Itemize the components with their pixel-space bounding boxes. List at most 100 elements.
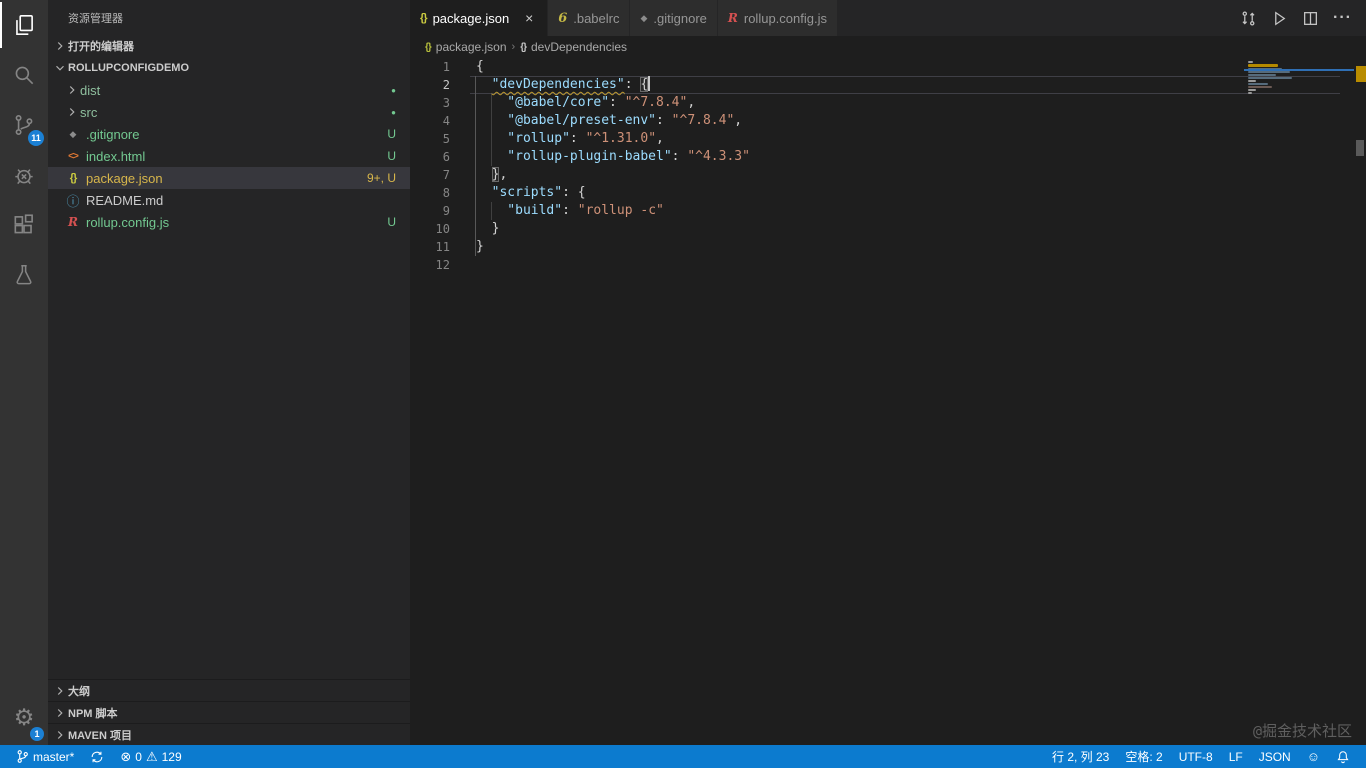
breadcrumb-separator: ›	[511, 41, 516, 53]
warning-marker	[1356, 66, 1366, 82]
extensions-icon[interactable]	[0, 200, 48, 250]
untracked-badge: U	[387, 215, 396, 229]
code-line[interactable]: 8 "scripts": {	[410, 184, 1366, 202]
open-changes-icon[interactable]	[1240, 10, 1257, 27]
tab-babelrc[interactable]: 6 .babelrc	[548, 0, 631, 36]
minimap-current-line	[1244, 69, 1354, 71]
close-icon[interactable]: ×	[521, 10, 537, 26]
overview-ruler[interactable]	[1356, 58, 1366, 745]
file-name: README.md	[86, 192, 164, 208]
split-editor-icon[interactable]	[1302, 10, 1319, 27]
code-line[interactable]: 6 "rollup-plugin-babel": "^4.3.3"	[410, 148, 1366, 166]
tree-item-dist[interactable]: dist ●	[48, 79, 410, 101]
breadcrumb-symbol[interactable]: devDependencies	[531, 40, 627, 54]
code-line[interactable]: 4 "@babel/preset-env": "^7.8.4",	[410, 112, 1366, 130]
search-icon[interactable]	[0, 50, 48, 100]
npm-scripts-section[interactable]: NPM 脚本	[48, 701, 410, 723]
language-mode-item[interactable]: JSON	[1253, 745, 1297, 768]
code-line[interactable]: 1 {	[410, 58, 1366, 76]
code-line[interactable]: 7 },	[410, 166, 1366, 184]
line-number[interactable]: 4	[410, 112, 450, 130]
rollup-file-icon: R	[727, 11, 738, 25]
line-number[interactable]: 11	[410, 238, 450, 256]
code-line[interactable]: 5 "rollup": "^1.31.0",	[410, 130, 1366, 148]
chevron-right-icon	[64, 104, 80, 120]
line-number[interactable]: 8	[410, 184, 450, 202]
code-line[interactable]: 9 "build": "rollup -c"	[410, 202, 1366, 220]
tree-item-index-html[interactable]: <> index.html U	[48, 145, 410, 167]
run-debug-icon[interactable]	[0, 150, 48, 200]
code-line[interactable]: 2 "devDependencies": {	[410, 76, 1366, 94]
error-icon: ⊗	[120, 749, 132, 764]
run-play-icon[interactable]	[1271, 10, 1288, 27]
settings-gear-icon[interactable]: ⚙ 1	[0, 689, 48, 745]
problems-item[interactable]: ⊗ 0 ⚠ 129	[114, 745, 187, 768]
tree-item-rollup-config[interactable]: R rollup.config.js U	[48, 211, 410, 233]
line-number[interactable]: 9	[410, 202, 450, 220]
sync-icon[interactable]	[84, 745, 110, 768]
bracket-match: {	[640, 77, 649, 92]
maven-projects-section[interactable]: MAVEN 项目	[48, 723, 410, 745]
line-number[interactable]: 7	[410, 166, 450, 184]
minimap[interactable]	[1244, 60, 1354, 95]
activity-bar: 11 ⚙ 1	[0, 0, 48, 745]
untracked-badge: U	[387, 149, 396, 163]
code-line[interactable]: 3 "@babel/core": "^7.8.4",	[410, 94, 1366, 112]
open-editors-section[interactable]: 打开的编辑器	[48, 35, 410, 57]
code-editor[interactable]: 1 { 2 "devDependencies": { 3 "@babel/cor…	[410, 58, 1366, 745]
tab-package-json[interactable]: {} package.json ×	[410, 0, 549, 36]
warning-count: 129	[161, 749, 182, 764]
tree-item-src[interactable]: src ●	[48, 101, 410, 123]
notifications-bell-icon[interactable]	[1330, 745, 1356, 768]
line-number[interactable]: 12	[410, 256, 450, 274]
warning-icon: ⚠	[145, 749, 158, 764]
encoding-item[interactable]: UTF-8	[1173, 745, 1219, 768]
line-number[interactable]: 6	[410, 148, 450, 166]
source-control-icon[interactable]: 11	[0, 100, 48, 150]
indentation-item[interactable]: 空格: 2	[1119, 745, 1168, 768]
project-root-row[interactable]: ROLLUPCONFIGDEMO	[48, 57, 410, 79]
line-number[interactable]: 2	[410, 76, 450, 94]
json-file-icon: {}	[425, 41, 432, 53]
breadcrumb: {} package.json › {} devDependencies	[410, 36, 1366, 58]
chevron-right-icon	[52, 727, 68, 743]
tree-item-package-json[interactable]: {} package.json 9+, U	[48, 167, 410, 189]
problems-badge: 9+, U	[366, 171, 396, 185]
tab-label: package.json	[432, 10, 510, 26]
rollup-file-icon: R	[68, 215, 78, 229]
outline-label: 大纲	[68, 685, 90, 698]
tab-gitignore[interactable]: ◆ .gitignore	[630, 0, 718, 36]
line-number[interactable]: 10	[410, 220, 450, 238]
git-branch-item[interactable]: master*	[10, 745, 80, 768]
code-line[interactable]: 10 }	[410, 220, 1366, 238]
tab-rollup-config[interactable]: R rollup.config.js	[717, 0, 838, 36]
line-number[interactable]: 3	[410, 94, 450, 112]
text-cursor	[648, 76, 651, 91]
cursor-position[interactable]: 行 2, 列 23	[1046, 745, 1115, 768]
watermark: @掘金技术社区	[1252, 722, 1352, 740]
code-line[interactable]: 11 }	[410, 238, 1366, 256]
line-number[interactable]: 5	[410, 130, 450, 148]
line-number[interactable]: 1	[410, 58, 450, 76]
npm-scripts-label: NPM 脚本	[68, 707, 118, 720]
eol-item[interactable]: LF	[1223, 745, 1249, 768]
breadcrumb-file[interactable]: package.json	[436, 40, 507, 54]
outline-section[interactable]: 大纲	[48, 679, 410, 701]
feedback-smiley-icon[interactable]: ☺	[1301, 745, 1326, 768]
test-beaker-icon[interactable]	[0, 250, 48, 300]
open-editors-label: 打开的编辑器	[68, 41, 134, 53]
file-name: rollup.config.js	[86, 214, 170, 230]
branch-name: master*	[33, 749, 75, 764]
error-count: 0	[135, 749, 142, 764]
tree-item-gitignore[interactable]: ◆ .gitignore U	[48, 123, 410, 145]
chevron-right-icon	[52, 683, 68, 699]
tab-label: .gitignore	[653, 10, 707, 26]
chevron-down-icon	[52, 60, 68, 76]
explorer-icon[interactable]	[0, 0, 48, 50]
code-line[interactable]: 12	[410, 256, 1366, 274]
more-actions-icon[interactable]: ···	[1333, 9, 1352, 27]
chevron-right-icon	[52, 38, 68, 54]
html-file-icon: <>	[68, 150, 79, 162]
tree-item-readme[interactable]: ⓘ README.md	[48, 189, 410, 211]
explorer-sidebar: 资源管理器 打开的编辑器 ROLLUPCONFIGDEMO dist ● src…	[48, 0, 410, 745]
